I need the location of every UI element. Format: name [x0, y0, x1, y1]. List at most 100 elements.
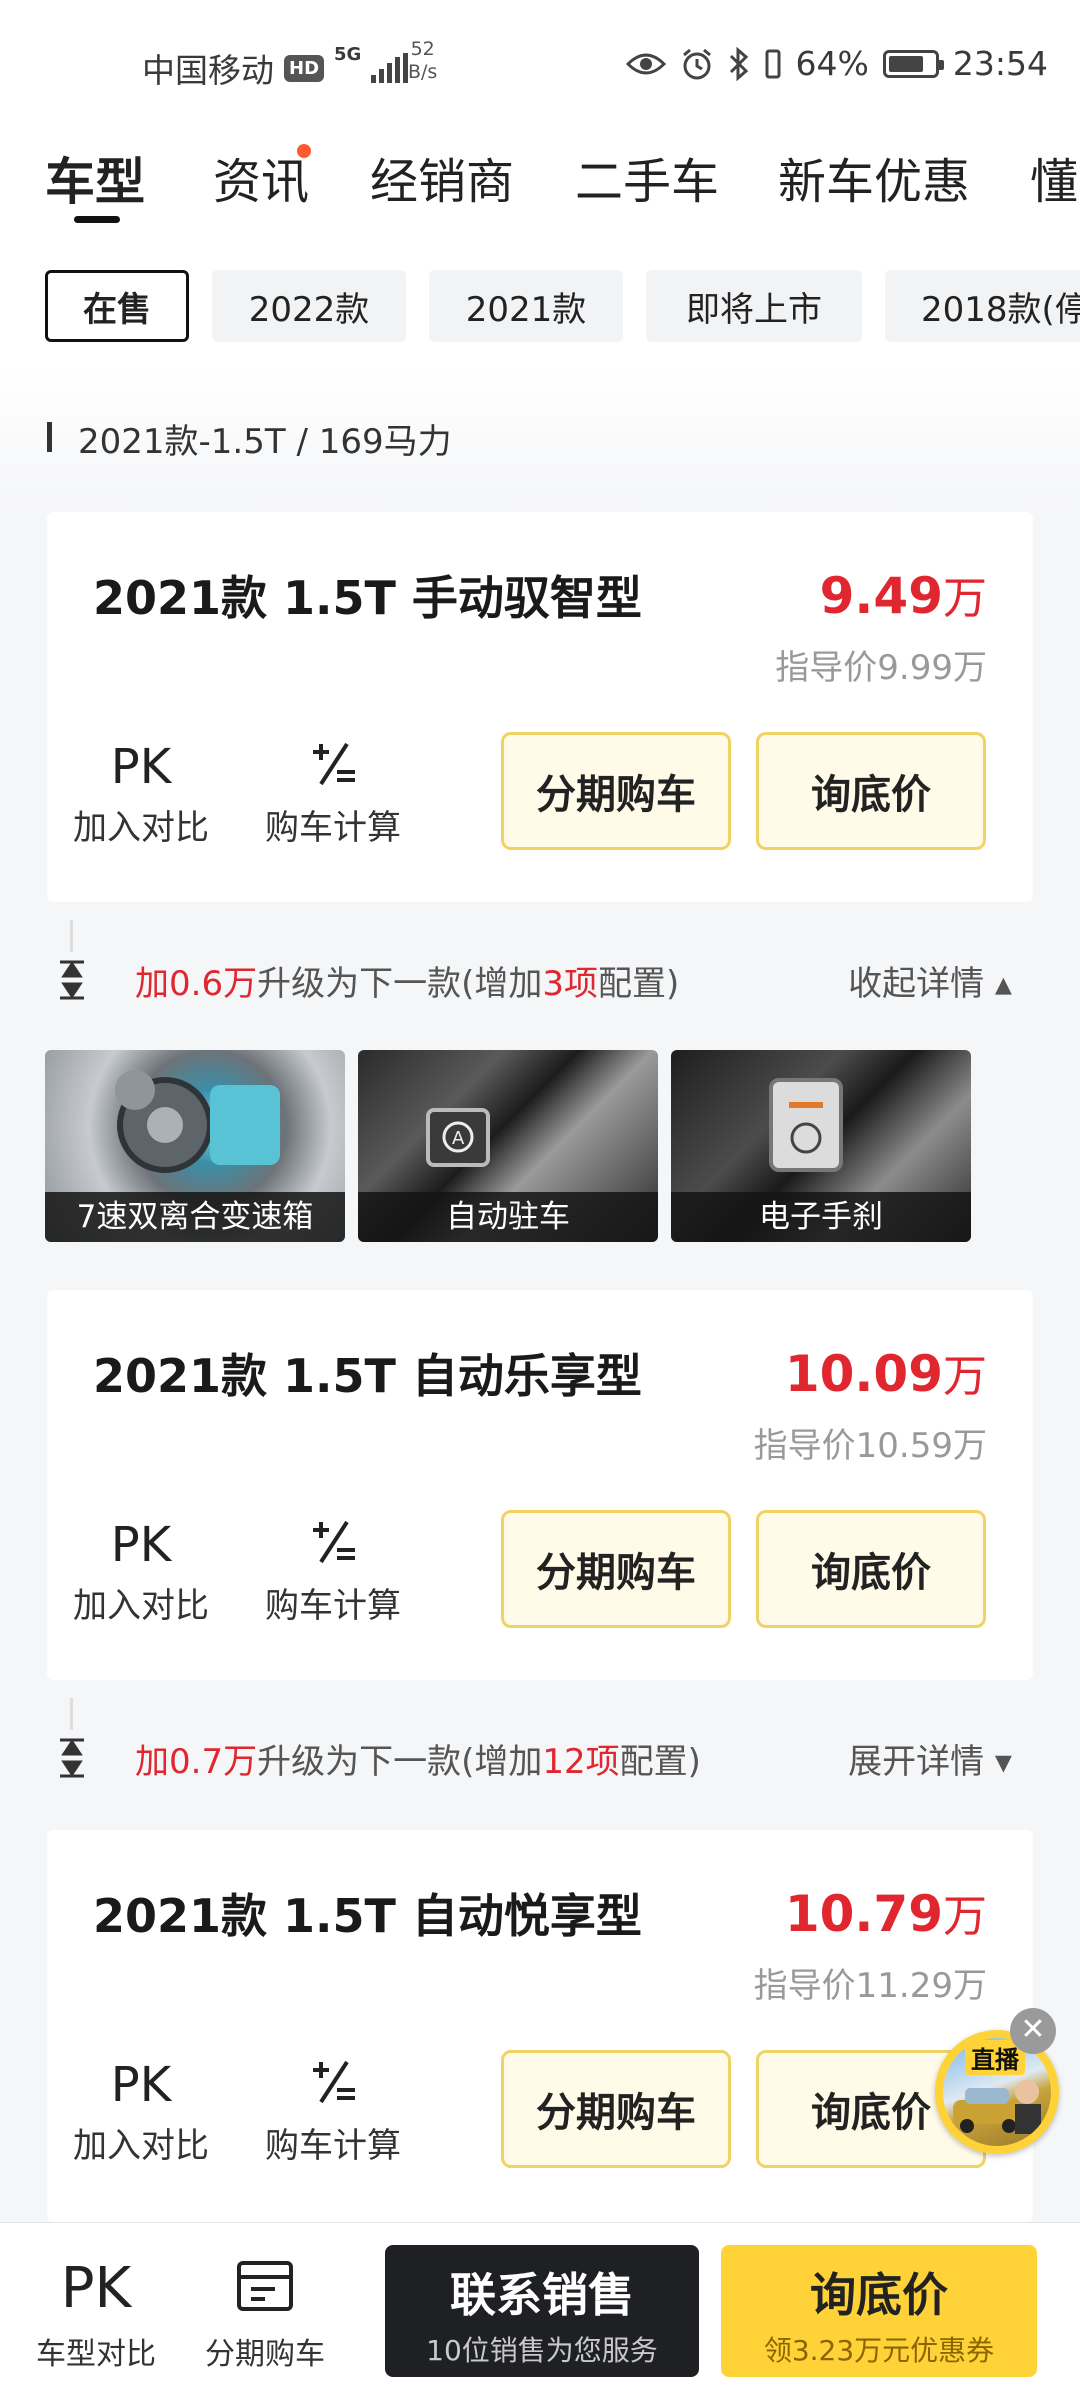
calculator-icon	[263, 738, 403, 796]
floor-price-button[interactable]: 询底价	[756, 732, 986, 850]
tab-new-car-deals[interactable]: 新车优惠	[778, 142, 970, 212]
pk-icon: PK	[110, 739, 172, 795]
expand-details-toggle[interactable]: 展开详情 ▾	[848, 1734, 1012, 1783]
pk-icon: PK	[110, 1517, 172, 1573]
close-live-button[interactable]: ✕	[1010, 2008, 1056, 2054]
filter-2022[interactable]: 2022款	[212, 270, 406, 342]
ask-floor-price-title: 询底价	[810, 2268, 948, 2322]
floor-price-button[interactable]: 询底价	[756, 1510, 986, 1628]
feature-caption: 自动驻车	[358, 1192, 658, 1242]
guide-price: 指导价11.29万	[753, 1966, 987, 2006]
installment-button[interactable]: 分期购车	[501, 1510, 731, 1628]
top-tabs: 车型 资讯 经销商 二手车 新车优惠 懂	[0, 128, 1080, 248]
model-card[interactable]: 2021款 1.5T 自动乐享型 10.09万 指导价10.59万 PK 加入对…	[47, 1290, 1033, 1680]
model-name: 2021款 1.5T 自动悦享型	[93, 1889, 642, 1943]
tab-models[interactable]: 车型	[45, 142, 145, 214]
feature-caption: 7速双离合变速箱	[45, 1192, 345, 1242]
gearbox-illustration	[115, 1070, 280, 1173]
feature-thumbnails: 7速双离合变速箱 A 自动驻车 电子手刹	[45, 1050, 1045, 1242]
guide-price: 指导价9.99万	[775, 648, 987, 688]
add-compare-label: 加入对比	[73, 1586, 209, 1626]
bluetooth-icon	[729, 46, 748, 81]
add-compare-label: 加入对比	[73, 2126, 209, 2166]
year-filter-bar: 在售 2022款 2021款 即将上市 2018款(停	[0, 248, 1080, 366]
calculator-icon	[263, 2056, 403, 2114]
active-tab-indicator	[74, 216, 120, 223]
car-calculator-button[interactable]: 购车计算	[263, 2056, 403, 2167]
bottom-installment-button[interactable]: 分期购车	[200, 2259, 330, 2373]
add-compare-button[interactable]: PK 加入对比	[71, 2056, 211, 2167]
guide-price: 指导价10.59万	[753, 1426, 987, 1466]
model-card[interactable]: 2021款 1.5T 手动驭智型 9.49万 指导价9.99万 PK 加入对比 …	[47, 512, 1033, 902]
autohold-illustration: A	[426, 1108, 490, 1167]
add-compare-button[interactable]: PK 加入对比	[71, 738, 211, 849]
filter-2021[interactable]: 2021款	[429, 270, 623, 342]
car-calculator-label: 购车计算	[265, 2126, 401, 2166]
model-name: 2021款 1.5T 自动乐享型	[93, 1349, 642, 1403]
collapse-details-toggle[interactable]: 收起详情 ▴	[848, 956, 1012, 1005]
network-speed: 52 B/s	[408, 38, 438, 83]
feature-epb-thumb[interactable]: 电子手刹	[671, 1050, 971, 1242]
section-title: 2021款-1.5T / 169马力	[78, 422, 452, 462]
add-compare-button[interactable]: PK 加入对比	[71, 1516, 211, 1627]
car-calculator-label: 购车计算	[265, 1586, 401, 1626]
news-badge-dot	[297, 144, 311, 158]
status-left: 中国移动 HD 5G	[142, 44, 409, 92]
tab-dealers[interactable]: 经销商	[370, 142, 514, 212]
collapse-arrows-icon	[60, 960, 84, 1000]
eye-icon	[625, 53, 666, 74]
installment-label: 分期购车	[205, 2337, 325, 2372]
add-compare-label: 加入对比	[73, 808, 209, 848]
svg-text:A: A	[452, 1128, 465, 1149]
upgrade-hint: 加0.7万升级为下一款(增加12项配置) 展开详情 ▾	[0, 1698, 1080, 1808]
upgrade-hint: 加0.6万升级为下一款(增加3项配置) 收起详情 ▴	[0, 920, 1080, 1030]
model-price: 9.49万	[819, 567, 987, 625]
feature-caption: 电子手刹	[671, 1192, 971, 1242]
battery-icon	[882, 49, 944, 78]
car-calculator-button[interactable]: 购车计算	[263, 738, 403, 849]
section-header: 2021款-1.5T / 169马力	[0, 366, 1080, 504]
contact-sales-button[interactable]: 联系销售 10位销售为您服务	[385, 2245, 699, 2377]
feature-gearbox-thumb[interactable]: 7速双离合变速箱	[45, 1050, 345, 1242]
upgrade-text: 加0.6万升级为下一款(增加3项配置)	[135, 964, 680, 1004]
installment-icon	[200, 2259, 330, 2319]
model-name: 2021款 1.5T 手动驭智型	[93, 571, 642, 625]
epb-illustration	[769, 1078, 843, 1172]
car-calculator-button[interactable]: 购车计算	[263, 1516, 403, 1627]
network-type: 5G	[334, 44, 362, 65]
tab-dong[interactable]: 懂	[1030, 142, 1078, 212]
pk-icon: PK	[60, 2256, 132, 2321]
coupon-subtitle: 领3.23万元优惠券	[763, 2334, 995, 2367]
model-compare-button[interactable]: PK 车型对比	[34, 2259, 158, 2373]
feature-autohold-thumb[interactable]: A 自动驻车	[358, 1050, 658, 1242]
car-calculator-label: 购车计算	[265, 808, 401, 848]
status-right: 64% 23:54	[625, 44, 1048, 83]
model-price: 10.09万	[784, 1345, 987, 1403]
installment-button[interactable]: 分期购车	[501, 732, 731, 850]
timeline-line	[70, 1698, 73, 1730]
ask-floor-price-button[interactable]: 询底价 领3.23万元优惠券	[721, 2245, 1037, 2377]
model-card[interactable]: 2021款 1.5T 自动悦享型 10.79万 指导价11.29万 PK 加入对…	[47, 1830, 1033, 2222]
section-marker	[47, 422, 52, 452]
alarm-icon	[682, 48, 711, 79]
vibrate-icon	[765, 49, 781, 78]
timeline-line	[70, 920, 73, 952]
contact-sales-title: 联系销售	[450, 2268, 634, 2322]
hd-badge: HD	[284, 54, 325, 82]
model-price: 10.79万	[784, 1885, 987, 1943]
collapse-arrows-icon	[60, 1738, 84, 1778]
signal-icon	[371, 53, 409, 83]
upgrade-text: 加0.7万升级为下一款(增加12项配置)	[135, 1742, 701, 1782]
battery-percent: 64%	[795, 44, 869, 83]
filter-on-sale[interactable]: 在售	[45, 270, 189, 342]
filter-upcoming[interactable]: 即将上市	[646, 270, 862, 342]
status-bar: 中国移动 HD 5G 52 B/s 64% 23:54	[0, 0, 1080, 128]
calculator-icon	[263, 1516, 403, 1574]
pk-icon: PK	[110, 2057, 172, 2113]
contact-sales-subtitle: 10位销售为您服务	[426, 2334, 658, 2367]
filter-2018[interactable]: 2018款(停	[885, 270, 1080, 342]
tab-used-cars[interactable]: 二手车	[575, 142, 719, 212]
tab-news[interactable]: 资讯	[213, 142, 309, 212]
installment-button[interactable]: 分期购车	[501, 2050, 731, 2168]
bottom-action-bar: PK 车型对比 分期购车 联系销售 10位销售为您服务 询底价 领3.23万元优…	[0, 2222, 1080, 2400]
